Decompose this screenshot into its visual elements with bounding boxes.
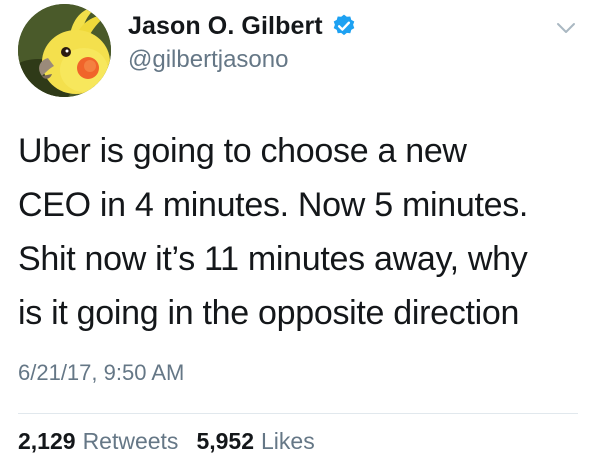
retweets-stat[interactable]: 2,129 Retweets <box>18 428 178 455</box>
timestamp[interactable]: 6/21/17, 9:50 AM <box>18 360 184 386</box>
verified-badge-icon <box>331 13 357 39</box>
likes-label: Likes <box>261 428 315 454</box>
retweets-label: Retweets <box>82 428 179 454</box>
cockatiel-avatar-icon <box>18 4 111 97</box>
tweet-stats: 2,129 Retweets 5,952 Likes <box>18 428 333 455</box>
likes-stat[interactable]: 5,952 Likes <box>196 428 314 455</box>
display-name[interactable]: Jason O. Gilbert <box>128 12 323 41</box>
likes-count: 5,952 <box>196 428 254 454</box>
tweet-text: Uber is going to choose a new CEO in 4 m… <box>18 132 529 332</box>
tweet-card: Jason O. Gilbert @gilbertjasono Uber is … <box>0 0 600 468</box>
name-row: Jason O. Gilbert <box>128 8 357 44</box>
handle[interactable]: @gilbertjasono <box>128 46 357 74</box>
chevron-down-icon[interactable] <box>552 14 580 42</box>
retweets-count: 2,129 <box>18 428 76 454</box>
avatar[interactable] <box>18 4 111 97</box>
author-info: Jason O. Gilbert @gilbertjasono <box>128 8 357 74</box>
divider <box>18 413 578 414</box>
